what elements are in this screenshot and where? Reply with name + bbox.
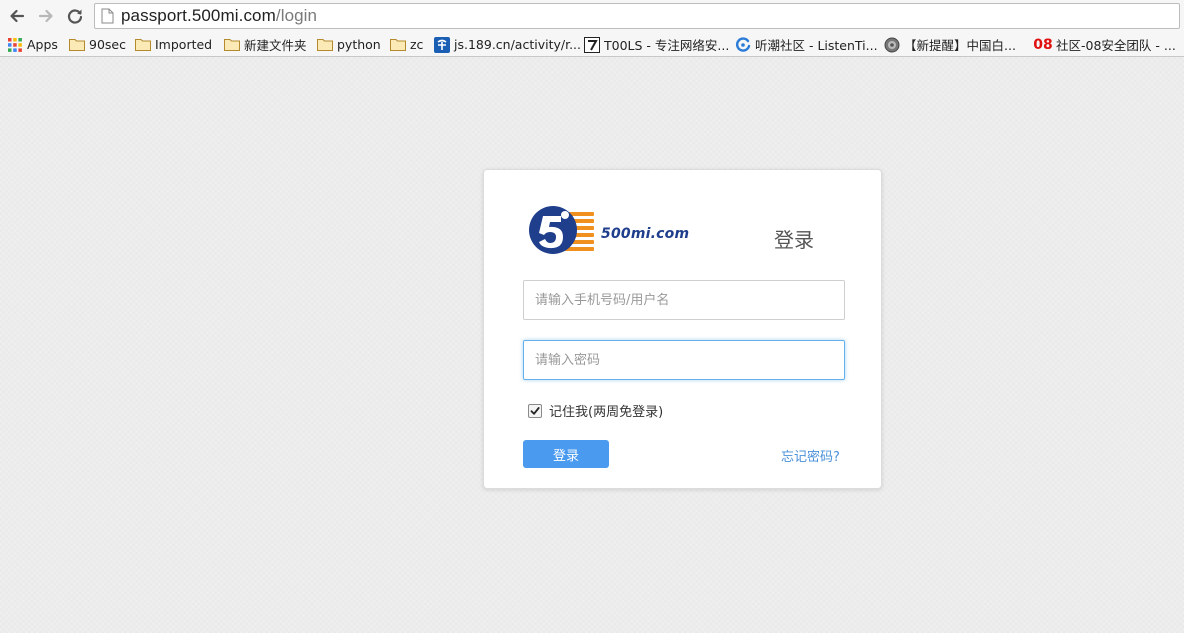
reload-icon	[67, 9, 83, 24]
checkmark-icon	[530, 406, 540, 415]
folder-icon	[317, 37, 333, 53]
bookmark-folder-python[interactable]: python	[317, 35, 381, 54]
bookmark-label: 【新提醒】中国白...	[904, 38, 1016, 53]
logo-text: 500mi.com	[601, 226, 690, 242]
folder-icon	[224, 37, 240, 53]
bookmark-08sec[interactable]: 08 社区-08安全团队 - ...	[1033, 35, 1176, 54]
page-icon	[101, 8, 114, 24]
telecom-icon	[434, 36, 450, 53]
bookmark-label: 90sec	[89, 37, 126, 52]
remember-me-checkbox[interactable]	[528, 403, 542, 418]
remember-me: 记住我(两周免登录)	[528, 401, 663, 420]
reload-button[interactable]	[63, 4, 87, 28]
bookmark-label: python	[337, 37, 381, 52]
login-card: 500mi.com 登录 记住我(两周免登录) 登录 忘记密码?	[483, 169, 882, 489]
bookmarks-bar: Apps 90sec Imported 新建文件夹 python zc js.1…	[0, 32, 1184, 57]
login-button[interactable]: 登录	[523, 440, 609, 468]
bookmark-t00ls[interactable]: T00LS - 专注网络安...	[584, 35, 729, 54]
badge-icon	[884, 37, 900, 53]
listentide-icon	[735, 36, 751, 53]
bookmark-label: zc	[410, 37, 424, 52]
folder-icon	[390, 37, 406, 53]
url-path: /login	[275, 6, 318, 25]
url-text: passport.500mi.com/login	[121, 6, 317, 26]
back-button[interactable]	[5, 4, 29, 28]
password-input[interactable]	[523, 340, 845, 380]
apps-grid-icon	[7, 37, 23, 53]
url-host: passport.500mi.com	[121, 6, 276, 25]
browser-toolbar: passport.500mi.com/login	[0, 0, 1184, 32]
bookmark-folder-new[interactable]: 新建文件夹	[224, 35, 307, 54]
username-input[interactable]	[523, 280, 845, 320]
bookmark-js189[interactable]: js.189.cn/activity/r...	[434, 35, 581, 54]
t00ls-icon	[584, 36, 600, 53]
bookmark-label: Imported	[155, 37, 213, 52]
bookmark-folder-zc[interactable]: zc	[390, 35, 423, 54]
bookmark-label: js.189.cn/activity/r...	[454, 37, 581, 52]
bookmark-xintixing[interactable]: 【新提醒】中国白...	[884, 35, 1016, 54]
bookmark-label: 社区-08安全团队 - ...	[1056, 38, 1176, 53]
bookmark-folder-imported[interactable]: Imported	[135, 35, 212, 54]
bookmark-label: Apps	[27, 37, 58, 52]
remember-me-label: 记住我(两周免登录)	[549, 405, 664, 420]
bookmark-listentide[interactable]: 听潮社区 - ListenTi...	[735, 35, 878, 54]
page-background: 500mi.com 登录 记住我(两周免登录) 登录 忘记密码?	[0, 57, 1184, 633]
08-icon: 08	[1033, 36, 1053, 53]
folder-icon	[135, 37, 151, 53]
back-arrow-icon	[10, 9, 25, 23]
bookmark-label: 新建文件夹	[244, 38, 307, 53]
forward-arrow-icon	[38, 9, 53, 23]
bookmark-label: T00LS - 专注网络安...	[604, 38, 730, 53]
address-bar[interactable]: passport.500mi.com/login	[94, 3, 1180, 29]
500mi-logo-icon	[529, 206, 594, 254]
forward-button[interactable]	[34, 4, 58, 28]
bookmark-apps[interactable]: Apps	[7, 35, 58, 54]
bookmark-label: 听潮社区 - ListenTi...	[755, 38, 878, 53]
login-title: 登录	[774, 228, 814, 252]
bookmark-folder-90sec[interactable]: 90sec	[69, 35, 126, 54]
folder-icon	[69, 37, 85, 53]
08-logo-text: 08	[1033, 36, 1053, 53]
forgot-password-link[interactable]: 忘记密码?	[781, 446, 840, 465]
